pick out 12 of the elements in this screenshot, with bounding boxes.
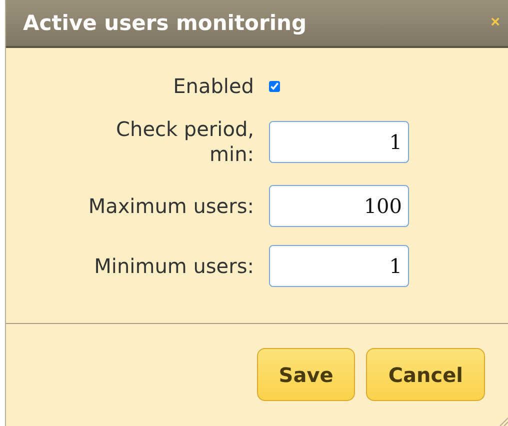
save-button[interactable]: Save [256,348,356,401]
field-label: Maximum users: [88,194,254,218]
enabled-checkbox[interactable] [269,81,280,92]
resize-grip-icon[interactable] [498,416,508,426]
input-field[interactable]: 1 [269,121,409,163]
window-title: Active users monitoring [23,11,306,35]
field-label: Enabled [172,74,254,99]
input-field[interactable]: 1 [269,245,409,287]
cancel-button[interactable]: Cancel [366,348,485,401]
input-field[interactable]: 100 [269,185,409,227]
field-label: Minimum users: [94,254,254,278]
field-label: Check period, min: [115,117,254,167]
